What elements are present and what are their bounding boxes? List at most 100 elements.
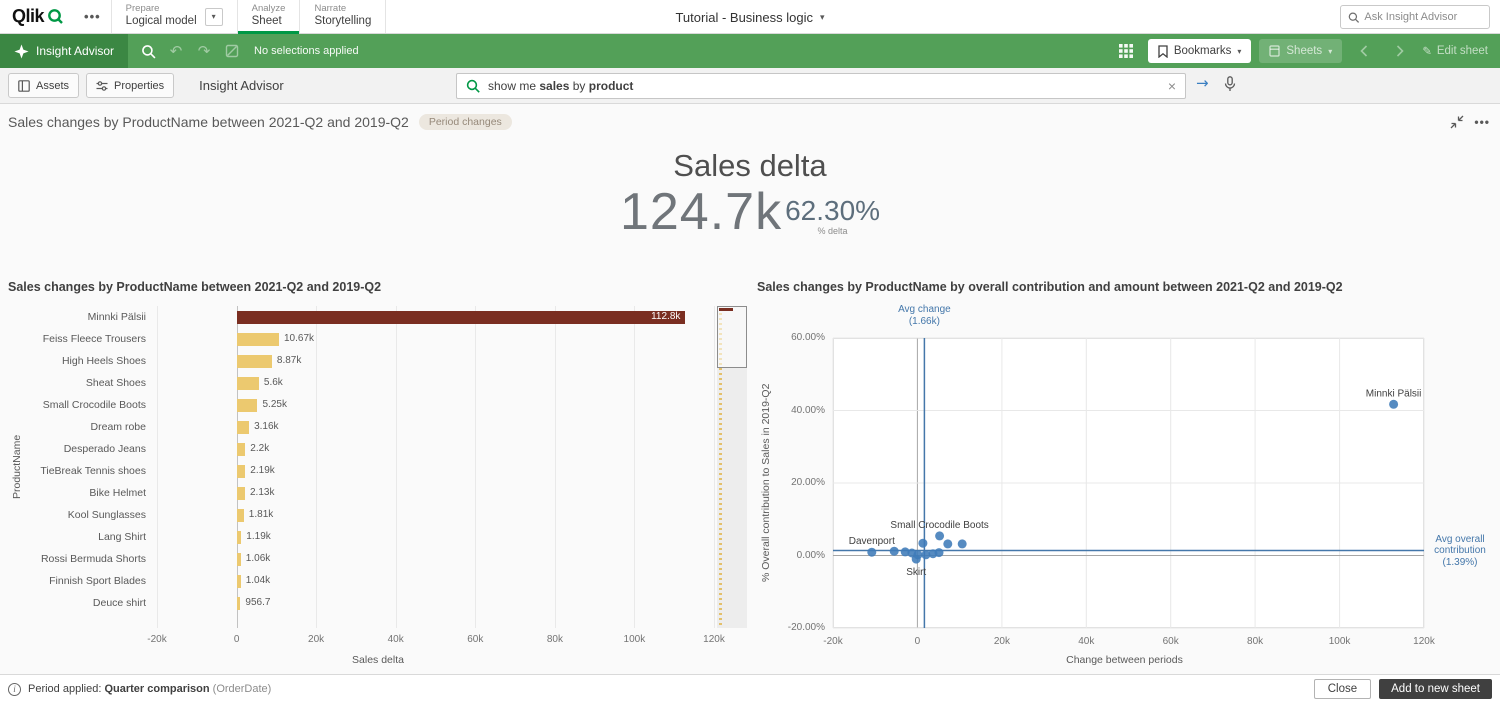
nav-prepare[interactable]: Prepare Logical model ▾ xyxy=(112,0,237,33)
bar-lang-shirt[interactable] xyxy=(237,531,242,544)
info-icon: i xyxy=(8,683,21,696)
search-query-text[interactable]: show me sales by product xyxy=(488,79,1160,93)
category-label-bike-helmet[interactable]: Bike Helmet xyxy=(32,482,154,504)
edit-sheet-button[interactable]: ✎ Edit sheet xyxy=(1422,44,1488,58)
x-tick-label: 0 xyxy=(234,634,240,645)
edit-sheet-label: Edit sheet xyxy=(1437,45,1488,57)
insight-title: Sales changes by ProductName between 202… xyxy=(8,114,409,130)
bar-kool-sunglasses[interactable] xyxy=(237,509,244,522)
insight-more-button[interactable]: ••• xyxy=(1474,115,1490,129)
bar-feiss-fleece-trousers[interactable] xyxy=(237,333,280,346)
prepare-dropdown-button[interactable]: ▾ xyxy=(205,8,223,26)
scatter-point[interactable] xyxy=(890,547,899,556)
category-label-lang-shirt[interactable]: Lang Shirt xyxy=(32,526,154,548)
global-search[interactable] xyxy=(1340,5,1490,29)
nav-analyze[interactable]: Analyze Sheet xyxy=(238,0,300,33)
undo-icon[interactable]: ↶ xyxy=(162,37,190,65)
insight-advisor-title: Insight Advisor xyxy=(199,78,284,93)
chevron-right-icon xyxy=(1396,45,1404,57)
bar-rossi-bermuda-shorts[interactable] xyxy=(237,553,241,566)
clear-search-icon[interactable]: × xyxy=(1168,79,1176,93)
bookmarks-button[interactable]: Bookmarks ▾ xyxy=(1148,39,1252,63)
category-label-dream-robe[interactable]: Dream robe xyxy=(32,416,154,438)
scatter-point[interactable] xyxy=(958,539,967,548)
kpi-percent-label: % delta xyxy=(818,226,848,236)
bar-high-heels-shoes[interactable] xyxy=(237,355,272,368)
kpi-percent: 62.30% xyxy=(785,198,880,224)
gridline xyxy=(396,306,397,628)
properties-label: Properties xyxy=(114,80,164,92)
clear-selections-glyph xyxy=(225,44,239,58)
nav-prepare-label: Logical model xyxy=(126,15,197,28)
x-tick-label: 120k xyxy=(1413,636,1435,647)
close-button[interactable]: Close xyxy=(1314,679,1371,699)
bar-desperado-jeans[interactable] xyxy=(237,443,246,456)
bar-chart-scrollbar[interactable] xyxy=(717,306,747,628)
scatter-point-minnki-p-lsii[interactable] xyxy=(1389,400,1398,409)
scatter-chart[interactable]: Sales changes by ProductName by overall … xyxy=(757,280,1492,672)
scatter-point[interactable] xyxy=(935,548,944,557)
divider xyxy=(385,0,386,33)
ask-insight-advisor-input[interactable] xyxy=(1364,11,1482,23)
x-tick-label: 120k xyxy=(703,634,725,645)
scatter-point[interactable] xyxy=(943,539,952,548)
scrollbar-window[interactable] xyxy=(717,306,747,368)
nav-narrate[interactable]: Narrate Storytelling xyxy=(300,0,385,33)
category-label-deuce-shirt[interactable]: Deuce shirt xyxy=(32,592,154,614)
bar-dream-robe[interactable] xyxy=(237,421,250,434)
category-label-small-crocodile-boots[interactable]: Small Crocodile Boots xyxy=(32,394,154,416)
category-label-sheat-shoes[interactable]: Sheat Shoes xyxy=(32,372,154,394)
bar-value-label: 2.19k xyxy=(250,465,274,477)
bar-value-label: 1.81k xyxy=(249,509,273,521)
bar-deuce-shirt[interactable] xyxy=(237,597,241,610)
submit-search-icon[interactable]: → xyxy=(1196,76,1209,91)
selections-toolbar: Insight Advisor ↶ ↷ No selections applie… xyxy=(0,34,1500,68)
bar-finnish-sport-blades[interactable] xyxy=(237,575,241,588)
search-selections-icon[interactable] xyxy=(134,37,162,65)
bar-minnki-p-lsii[interactable] xyxy=(237,311,686,324)
scatter-point[interactable] xyxy=(918,539,927,548)
qlik-logo[interactable]: Qlik xyxy=(0,0,74,33)
x-tick-label: 0 xyxy=(915,636,921,647)
category-label-kool-sunglasses[interactable]: Kool Sunglasses xyxy=(32,504,154,526)
add-to-new-sheet-button[interactable]: Add to new sheet xyxy=(1379,679,1492,699)
app-title-dropdown[interactable]: Tutorial - Business logic ▾ xyxy=(675,0,824,34)
category-label-high-heels-shoes[interactable]: High Heels Shoes xyxy=(32,350,154,372)
kpi-title: Sales delta xyxy=(0,148,1500,184)
properties-button[interactable]: Properties xyxy=(86,73,174,98)
sheets-button[interactable]: Sheets ▾ xyxy=(1259,39,1342,63)
redo-icon[interactable]: ↷ xyxy=(190,37,218,65)
chevron-down-icon: ▾ xyxy=(820,12,825,23)
properties-sliders-icon xyxy=(96,80,108,92)
clear-selections-icon[interactable] xyxy=(218,37,246,65)
bar-chart[interactable]: Sales changes by ProductName between 202… xyxy=(8,280,748,672)
insight-advisor-button[interactable]: Insight Advisor xyxy=(0,34,128,68)
point-label: Minnki Pälsii xyxy=(1366,388,1422,399)
category-label-finnish-sport-blades[interactable]: Finnish Sport Blades xyxy=(32,570,154,592)
kpi-sales-delta[interactable]: Sales delta 124.7k 62.30% % delta xyxy=(0,148,1500,236)
scatter-point[interactable] xyxy=(913,550,922,559)
bar-sheat-shoes[interactable] xyxy=(237,377,259,390)
sheets-button-label: Sheets xyxy=(1286,45,1322,57)
category-label-rossi-bermuda-shorts[interactable]: Rossi Bermuda Shorts xyxy=(32,548,154,570)
category-label-desperado-jeans[interactable]: Desperado Jeans xyxy=(32,438,154,460)
previous-sheet-button[interactable] xyxy=(1350,37,1378,65)
bar-chart-ylabel: ProductName xyxy=(10,306,24,628)
scatter-point-small-crocodile-boots[interactable] xyxy=(935,531,944,540)
insight-search-box[interactable]: show me sales by product × xyxy=(456,73,1186,99)
category-label-minnki-p-lsii[interactable]: Minnki Pälsii xyxy=(32,306,154,328)
bar-small-crocodile-boots[interactable] xyxy=(237,399,258,412)
scatter-chart-xlabel: Change between periods xyxy=(757,654,1492,666)
collapse-icon[interactable] xyxy=(1450,115,1464,129)
bar-bike-helmet[interactable] xyxy=(237,487,246,500)
app-objects-grid-icon[interactable] xyxy=(1112,37,1140,65)
category-label-tiebreak-tennis-shoes[interactable]: TieBreak Tennis shoes xyxy=(32,460,154,482)
bar-tiebreak-tennis-shoes[interactable] xyxy=(237,465,246,478)
microphone-icon[interactable] xyxy=(1224,76,1236,92)
assets-button[interactable]: Assets xyxy=(8,73,79,98)
global-menu-button[interactable]: ••• xyxy=(74,0,111,33)
scatter-point-davenport[interactable] xyxy=(867,548,876,557)
category-label-feiss-fleece-trousers[interactable]: Feiss Fleece Trousers xyxy=(32,328,154,350)
next-sheet-button[interactable] xyxy=(1386,37,1414,65)
period-field: (OrderDate) xyxy=(213,683,272,695)
